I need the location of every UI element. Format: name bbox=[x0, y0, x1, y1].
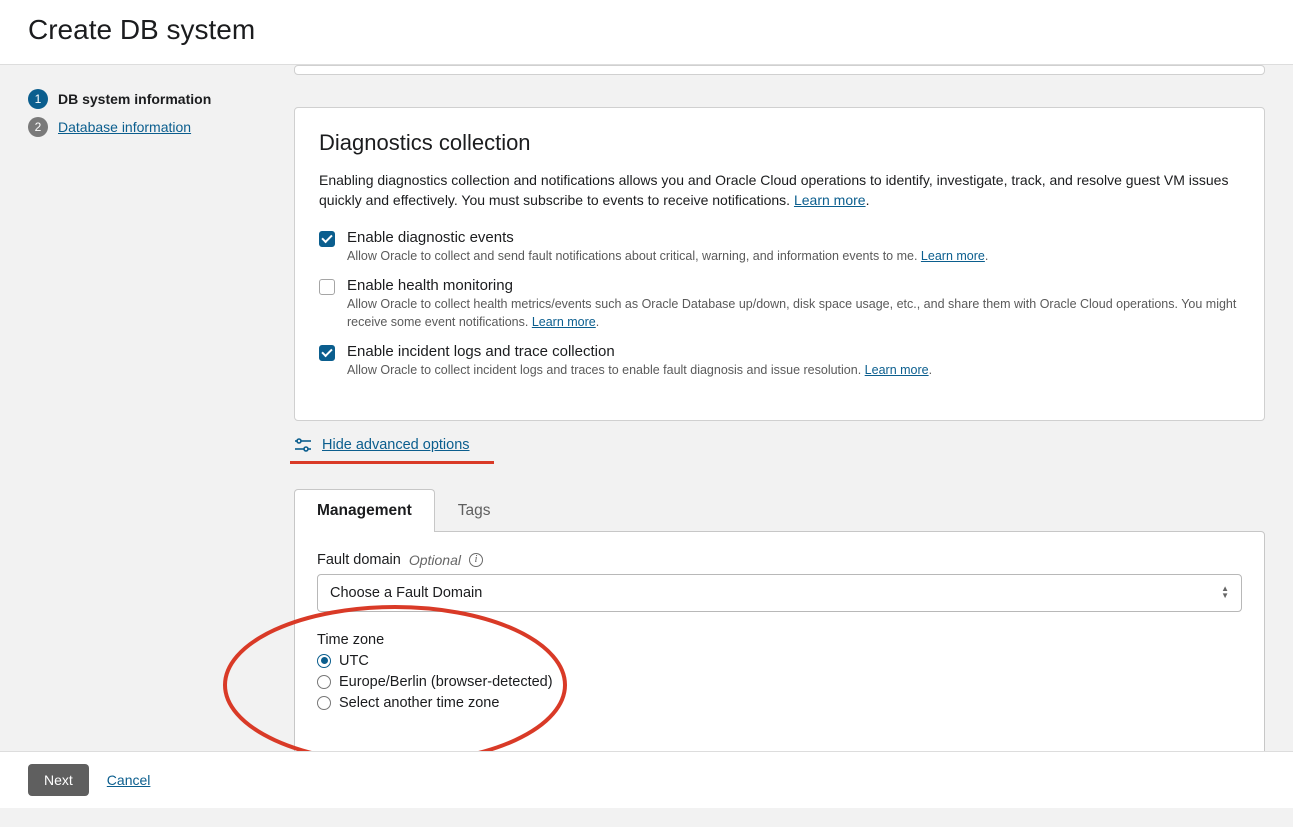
advanced-toggle-label: Hide advanced options bbox=[322, 437, 470, 453]
management-panel: Fault domain Optional i Choose a Fault D… bbox=[294, 531, 1265, 757]
fault-domain-placeholder: Choose a Fault Domain bbox=[330, 585, 482, 601]
radio-browser[interactable] bbox=[317, 675, 331, 689]
step-number: 1 bbox=[28, 89, 48, 109]
timezone-label: Time zone bbox=[317, 632, 1242, 648]
tz-option-browser[interactable]: Europe/Berlin (browser-detected) bbox=[317, 674, 1242, 690]
next-button[interactable]: Next bbox=[28, 764, 89, 796]
page-header: Create DB system bbox=[0, 0, 1293, 65]
advanced-tabs: Management Tags Fault domain Optional i … bbox=[294, 488, 1265, 757]
tab-tags[interactable]: Tags bbox=[435, 489, 514, 532]
radio-utc[interactable] bbox=[317, 654, 331, 668]
page-title: Create DB system bbox=[28, 14, 1265, 46]
diag-events-title: Enable diagnostic events bbox=[347, 229, 1240, 246]
annotation-underline bbox=[290, 461, 494, 464]
learn-more-link[interactable]: Learn more bbox=[865, 363, 929, 377]
diagnostics-description: Enabling diagnostics collection and noti… bbox=[319, 170, 1240, 211]
step-label: Database information bbox=[58, 119, 191, 135]
tz-browser-label: Europe/Berlin (browser-detected) bbox=[339, 674, 553, 690]
incident-logs-subtext: Allow Oracle to collect incident logs an… bbox=[347, 362, 1240, 380]
diagnostics-card: Diagnostics collection Enabling diagnost… bbox=[294, 107, 1265, 421]
advanced-toggle[interactable]: Hide advanced options bbox=[294, 437, 1265, 453]
incident-logs-row: Enable incident logs and trace collectio… bbox=[319, 343, 1240, 380]
fault-domain-label: Fault domain bbox=[317, 552, 401, 568]
incident-logs-title: Enable incident logs and trace collectio… bbox=[347, 343, 1240, 360]
health-monitoring-title: Enable health monitoring bbox=[347, 277, 1240, 294]
learn-more-link[interactable]: Learn more bbox=[794, 192, 866, 208]
tz-option-utc[interactable]: UTC bbox=[317, 653, 1242, 669]
tz-other-label: Select another time zone bbox=[339, 695, 499, 711]
diag-events-checkbox[interactable] bbox=[319, 231, 335, 247]
tz-option-other[interactable]: Select another time zone bbox=[317, 695, 1242, 711]
learn-more-link[interactable]: Learn more bbox=[921, 249, 985, 263]
tz-utc-label: UTC bbox=[339, 653, 369, 669]
previous-card-edge bbox=[294, 65, 1265, 75]
step-database-info[interactable]: 2 Database information bbox=[28, 117, 274, 137]
health-monitoring-checkbox[interactable] bbox=[319, 279, 335, 295]
health-monitoring-row: Enable health monitoring Allow Oracle to… bbox=[319, 277, 1240, 331]
health-monitoring-subtext: Allow Oracle to collect health metrics/e… bbox=[347, 296, 1240, 331]
radio-other[interactable] bbox=[317, 696, 331, 710]
wizard-steps-sidebar: 1 DB system information 2 Database infor… bbox=[0, 65, 294, 757]
diagnostics-title: Diagnostics collection bbox=[319, 130, 1240, 156]
info-icon[interactable]: i bbox=[469, 553, 483, 567]
tab-management[interactable]: Management bbox=[294, 489, 435, 532]
step-label: DB system information bbox=[58, 91, 211, 107]
diag-events-subtext: Allow Oracle to collect and send fault n… bbox=[347, 248, 1240, 266]
learn-more-link[interactable]: Learn more bbox=[532, 315, 596, 329]
main-content: Diagnostics collection Enabling diagnost… bbox=[294, 65, 1293, 757]
chevron-up-down-icon: ▲▼ bbox=[1221, 586, 1229, 599]
sliders-icon bbox=[294, 437, 312, 453]
incident-logs-checkbox[interactable] bbox=[319, 345, 335, 361]
optional-badge: Optional bbox=[409, 552, 461, 568]
footer-bar: Next Cancel bbox=[0, 751, 1293, 808]
fault-domain-select[interactable]: Choose a Fault Domain ▲▼ bbox=[317, 574, 1242, 612]
step-number: 2 bbox=[28, 117, 48, 137]
timezone-block: Time zone UTC Europe/Berlin (browser-det… bbox=[317, 632, 1242, 711]
diag-events-row: Enable diagnostic events Allow Oracle to… bbox=[319, 229, 1240, 266]
cancel-link[interactable]: Cancel bbox=[107, 772, 151, 788]
step-db-system-info[interactable]: 1 DB system information bbox=[28, 89, 274, 109]
